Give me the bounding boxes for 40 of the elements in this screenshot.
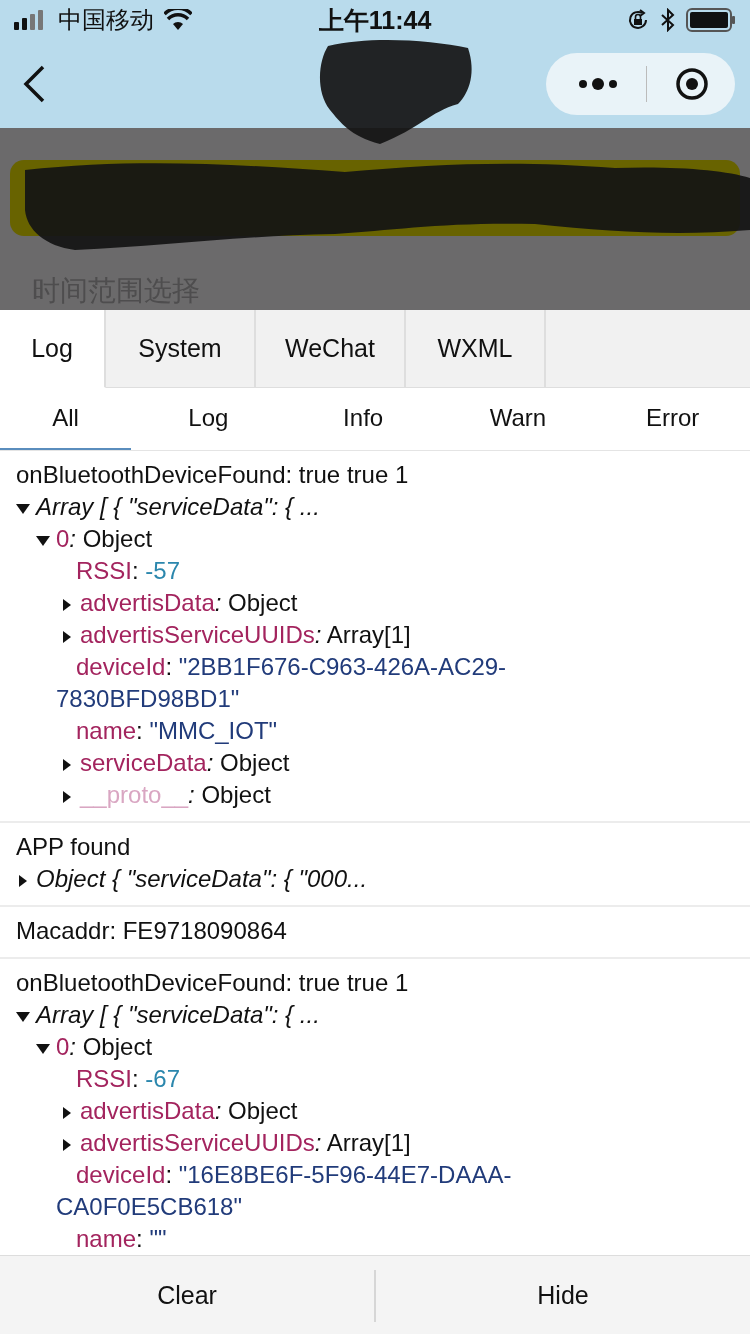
log-message: onBluetoothDeviceFound: true true 1 (15, 968, 410, 998)
log-property: deviceId: "2BB1F676-C963-426A-AC29-7830BFD98BD1" (55, 652, 508, 714)
log-property: name: "" (75, 1224, 168, 1254)
battery-icon (686, 8, 736, 32)
log-property: deviceId: "16E8BE6F-5F96-44E7-DAAA-CA0F0E5CB618" (55, 1160, 513, 1222)
log-message: onBluetoothDeviceFound: true true 1 (15, 460, 410, 490)
log-property: RSSI: -67 (75, 1064, 182, 1094)
log-property[interactable]: __proto__: Object (0, 779, 560, 811)
console-tab[interactable]: Log (0, 310, 106, 388)
log-object-summary[interactable]: Object { "serviceData": { "000... (0, 863, 750, 895)
log-property[interactable]: 0: Object (0, 1031, 750, 1063)
log-property: RSSI: -57 (75, 556, 182, 586)
carrier-name: 中国移动 (58, 5, 154, 35)
more-icon[interactable] (578, 77, 618, 91)
log-property[interactable]: advertisData: Object (0, 1095, 560, 1127)
caret-down-icon[interactable] (16, 1010, 30, 1023)
console-button[interactable]: Clear (0, 1269, 376, 1322)
log-message: APP found (15, 832, 132, 862)
console-tab[interactable]: WeChat (256, 310, 406, 388)
status-time: 上午11:44 (318, 4, 432, 36)
log-property[interactable]: serviceData: Object (0, 747, 560, 779)
log-property[interactable]: advertisData: Object (0, 587, 560, 619)
log-object-summary[interactable]: Array [ { "serviceData": { ... (0, 999, 750, 1031)
console-tab[interactable]: WXML (406, 310, 546, 388)
log-property[interactable]: advertisServiceUUIDs: Array[1] (0, 1127, 560, 1159)
caret-down-icon[interactable] (36, 1042, 50, 1055)
bluetooth-icon (660, 8, 676, 32)
log-property[interactable]: advertisServiceUUIDs: Array[1] (0, 619, 560, 651)
log-object-summary[interactable]: Array [ { "serviceData": { ... (0, 491, 750, 523)
log-message: Macaddr: FE9718090864 (15, 916, 288, 946)
log-property: name: "MMC_IOT" (75, 716, 279, 746)
wifi-icon (164, 9, 192, 31)
caret-down-icon[interactable] (16, 502, 30, 515)
log-property[interactable]: 0: Object (0, 523, 750, 555)
console-button[interactable]: Hide (376, 1269, 750, 1322)
rotation-lock-icon (626, 8, 650, 32)
console-tab[interactable]: System (106, 310, 256, 388)
caret-down-icon[interactable] (36, 534, 50, 547)
back-icon[interactable] (22, 65, 46, 103)
close-target-icon[interactable] (675, 67, 709, 101)
